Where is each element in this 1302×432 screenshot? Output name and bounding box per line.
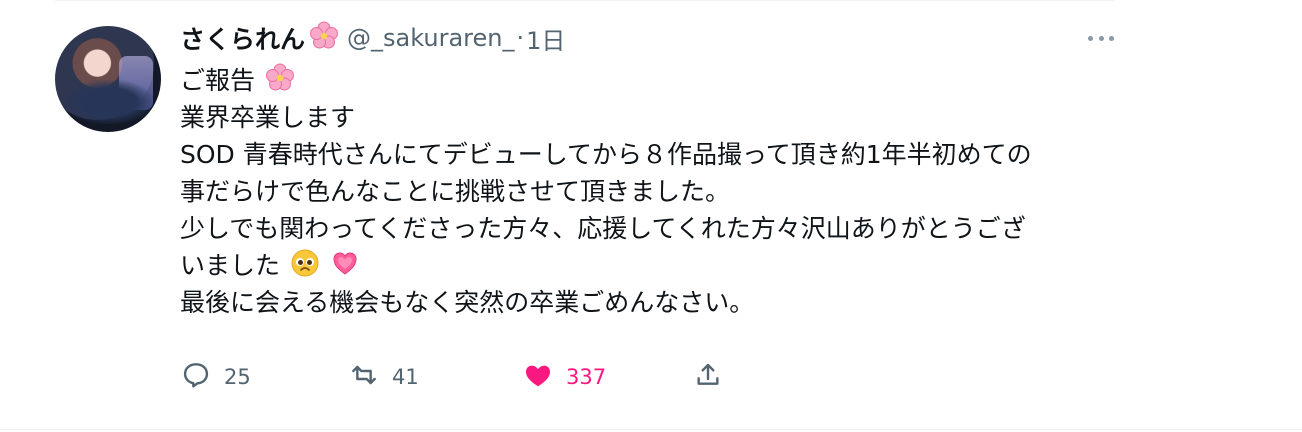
tweet-line-3: SOD 青春時代さんにてデビューしてから８作品撮って頂き約1年半初めての: [180, 140, 1032, 169]
retweet-button[interactable]: 41: [348, 356, 419, 398]
heart-icon: [522, 359, 554, 395]
retweet-count: 41: [392, 365, 419, 389]
bottom-divider: [0, 429, 1302, 430]
timestamp[interactable]: 1日: [526, 21, 565, 56]
tweet-header: さくられん @_sakuraren_ · 1日: [180, 18, 565, 58]
like-button[interactable]: 337: [522, 356, 606, 398]
handle[interactable]: @_sakuraren_: [347, 24, 514, 52]
retweet-icon: [348, 359, 380, 395]
more-options-icon[interactable]: [1088, 32, 1114, 44]
tweet-line-7: 最後に会える機会もなく突然の卒業ごめんなさい。: [180, 288, 755, 317]
like-count: 337: [566, 365, 607, 389]
tweet-line-5: 少しでも関わってくださった方々、応援してくれた方々沢山ありがとうござ: [180, 214, 1026, 243]
display-name[interactable]: さくられん: [180, 20, 305, 56]
share-icon: [692, 359, 724, 395]
tweet-card: さくられん @_sakuraren_ · 1日 ご報告 業界卒業します SOD …: [0, 0, 1302, 432]
cherry-blossom-icon: [265, 63, 295, 103]
separator-dot: ·: [516, 24, 525, 52]
reply-icon: [180, 359, 212, 395]
avatar[interactable]: [55, 26, 161, 132]
growing-heart-icon: [330, 248, 360, 288]
reply-button[interactable]: 25: [180, 356, 251, 398]
tweet-line-6: いました: [180, 247, 1110, 284]
tweet-text: ご報告 業界卒業します SOD 青春時代さんにてデビューしてから８作品撮って頂き…: [180, 62, 1110, 321]
tweet-line-4: 事だらけで色んなことに挑戦させて頂きました。: [180, 177, 731, 206]
reply-count: 25: [224, 365, 251, 389]
cherry-blossom-icon: [309, 21, 339, 55]
tweet-line-2: 業界卒業します: [180, 103, 356, 132]
tweet-line-1: ご報告: [180, 62, 1110, 99]
top-divider: [55, 0, 1115, 1]
tweet-actions: 25 41 337: [180, 356, 740, 398]
pleading-face-icon: [290, 248, 320, 288]
share-button[interactable]: [692, 356, 724, 398]
